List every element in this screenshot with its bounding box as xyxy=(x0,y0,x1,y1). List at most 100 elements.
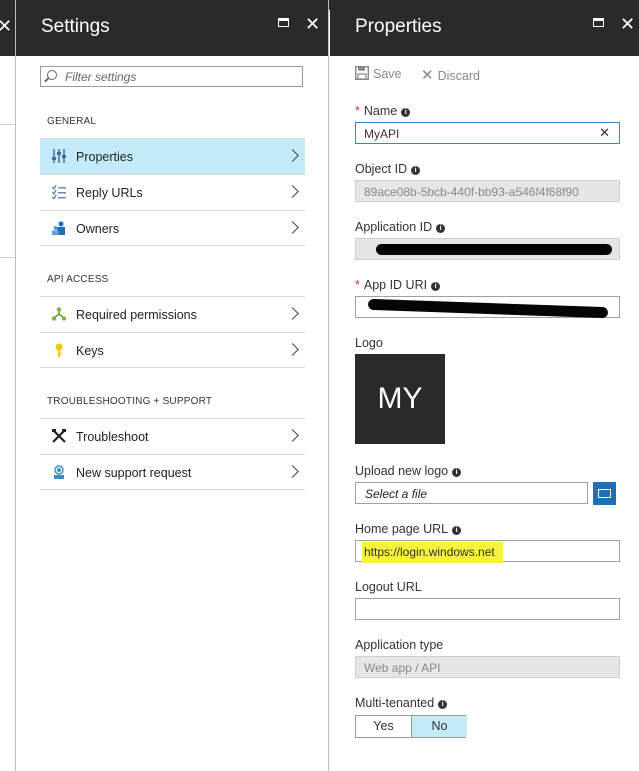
nav-item-owners[interactable]: Owners xyxy=(40,210,305,246)
object-id-value: 89ace08b-5bcb-440f-bb93-a546f4f68f90 xyxy=(364,185,579,199)
required-marker: * xyxy=(355,278,360,292)
save-label: Save xyxy=(373,67,402,81)
app-id-uri-label-text: App ID URI xyxy=(363,278,428,292)
multi-tenanted-label-text: Multi-tenanted xyxy=(355,696,435,710)
close-icon[interactable]: ✕ xyxy=(620,15,635,33)
save-button[interactable]: Save xyxy=(354,65,402,81)
clear-icon[interactable]: ✕ xyxy=(599,125,610,141)
logo-label: Logo xyxy=(355,336,383,350)
save-icon xyxy=(354,65,370,81)
discard-label: Discard xyxy=(437,69,480,83)
divider xyxy=(0,257,15,258)
nav-item-label: Troubleshoot xyxy=(76,430,149,444)
app-id-uri-input[interactable] xyxy=(355,296,620,319)
section-general: GENERAL xyxy=(47,116,97,127)
nav-item-reply-urls[interactable]: Reply URLs xyxy=(40,174,305,210)
select-file-input[interactable]: Select a file xyxy=(355,482,588,504)
chevron-right-icon xyxy=(286,149,299,162)
section-troubleshooting: TROUBLESHOOTING + SUPPORT xyxy=(47,396,213,407)
name-label-text: Name xyxy=(363,104,398,118)
close-icon[interactable]: ✕ xyxy=(305,15,320,33)
discard-button[interactable]: ✕ Discard xyxy=(421,66,480,84)
key-icon xyxy=(55,343,63,357)
multi-tenanted-label: Multi-tenanted i xyxy=(355,696,448,710)
nav-item-label: New support request xyxy=(76,466,192,480)
redaction-mark xyxy=(376,244,612,255)
home-page-url-input[interactable]: https://login.windows.net xyxy=(355,540,620,563)
nav-item-label: Required permissions xyxy=(76,308,197,322)
chevron-right-icon xyxy=(286,307,299,320)
permissions-icon xyxy=(52,307,66,321)
previous-blade: ✕ xyxy=(0,0,16,771)
section-api-access: API ACCESS xyxy=(47,274,109,285)
application-id-label: Application ID i xyxy=(355,220,446,234)
chevron-right-icon xyxy=(286,185,299,198)
nav-item-label: Properties xyxy=(76,150,133,164)
logout-url-input[interactable] xyxy=(355,598,620,620)
home-page-url-label-text: Home page URL xyxy=(355,522,449,536)
object-id-input[interactable]: 89ace08b-5bcb-440f-bb93-a546f4f68f90 xyxy=(355,180,620,202)
tools-icon xyxy=(52,429,66,443)
reply-urls-icon xyxy=(52,185,66,199)
nav-item-troubleshoot[interactable]: Troubleshoot xyxy=(40,418,305,454)
maximize-icon[interactable] xyxy=(593,18,604,27)
properties-icon xyxy=(52,149,66,163)
select-file-placeholder: Select a file xyxy=(365,487,428,501)
app-id-uri-label: * App ID URI i xyxy=(355,278,441,292)
info-icon[interactable]: i xyxy=(452,468,462,477)
nav-item-label: Reply URLs xyxy=(76,186,143,200)
support-icon xyxy=(54,465,64,479)
name-label: * Name i xyxy=(355,104,411,118)
chevron-right-icon xyxy=(286,465,299,478)
owners-icon xyxy=(52,221,65,235)
redaction-mark xyxy=(367,298,609,319)
info-icon[interactable]: i xyxy=(401,108,411,117)
folder-icon xyxy=(598,489,611,498)
settings-header: Settings ✕ xyxy=(16,0,328,56)
panel-title: Properties xyxy=(355,16,442,37)
upload-logo-label: Upload new logo i xyxy=(355,464,462,478)
info-icon[interactable]: i xyxy=(452,526,462,535)
close-icon[interactable]: ✕ xyxy=(0,16,12,37)
nav-item-label: Keys xyxy=(76,344,104,358)
panel-title: Settings xyxy=(41,16,110,37)
logout-url-label: Logout URL xyxy=(355,580,422,594)
nav-item-new-support-request[interactable]: New support request xyxy=(40,454,305,490)
yes-option[interactable]: Yes xyxy=(356,716,411,737)
application-type-value: Web app / API xyxy=(364,661,441,675)
home-page-url-label: Home page URL i xyxy=(355,522,462,536)
object-id-label: Object ID i xyxy=(355,162,421,176)
chevron-right-icon xyxy=(286,343,299,356)
browse-button[interactable] xyxy=(593,482,616,505)
nav-item-properties[interactable]: Properties xyxy=(40,138,305,174)
name-input[interactable]: MyAPI ✕ xyxy=(355,122,620,144)
info-icon[interactable]: i xyxy=(411,166,421,175)
app-logo: MY xyxy=(355,354,445,444)
object-id-label-text: Object ID xyxy=(355,162,408,176)
name-value: MyAPI xyxy=(364,127,400,141)
discard-icon: ✕ xyxy=(421,67,434,84)
settings-blade: Settings ✕ Filter settings GENERAL Prope… xyxy=(16,0,329,771)
required-marker: * xyxy=(355,104,360,118)
info-icon[interactable]: i xyxy=(431,282,441,291)
nav-item-keys[interactable]: Keys xyxy=(40,332,305,368)
chevron-right-icon xyxy=(286,429,299,442)
nav-item-label: Owners xyxy=(76,222,120,236)
home-page-url-value: https://login.windows.net xyxy=(362,542,503,563)
info-icon[interactable]: i xyxy=(438,700,448,709)
application-type-label: Application type xyxy=(355,638,444,652)
filter-settings-input[interactable]: Filter settings xyxy=(40,66,303,87)
nav-item-required-permissions[interactable]: Required permissions xyxy=(40,296,305,332)
info-icon[interactable]: i xyxy=(436,224,446,233)
no-option[interactable]: No xyxy=(411,716,467,737)
multi-tenanted-toggle[interactable]: Yes No xyxy=(355,715,467,738)
application-id-input[interactable] xyxy=(355,238,620,260)
search-icon xyxy=(47,70,57,80)
properties-blade: Properties ✕ Save ✕ Discard * Name i MyAPI … xyxy=(330,0,639,771)
application-id-label-text: Application ID xyxy=(355,220,433,234)
divider xyxy=(0,124,15,125)
chevron-right-icon xyxy=(286,221,299,234)
upload-logo-label-text: Upload new logo xyxy=(355,464,449,478)
application-type-input[interactable]: Web app / API xyxy=(355,656,620,678)
maximize-icon[interactable] xyxy=(278,18,289,27)
